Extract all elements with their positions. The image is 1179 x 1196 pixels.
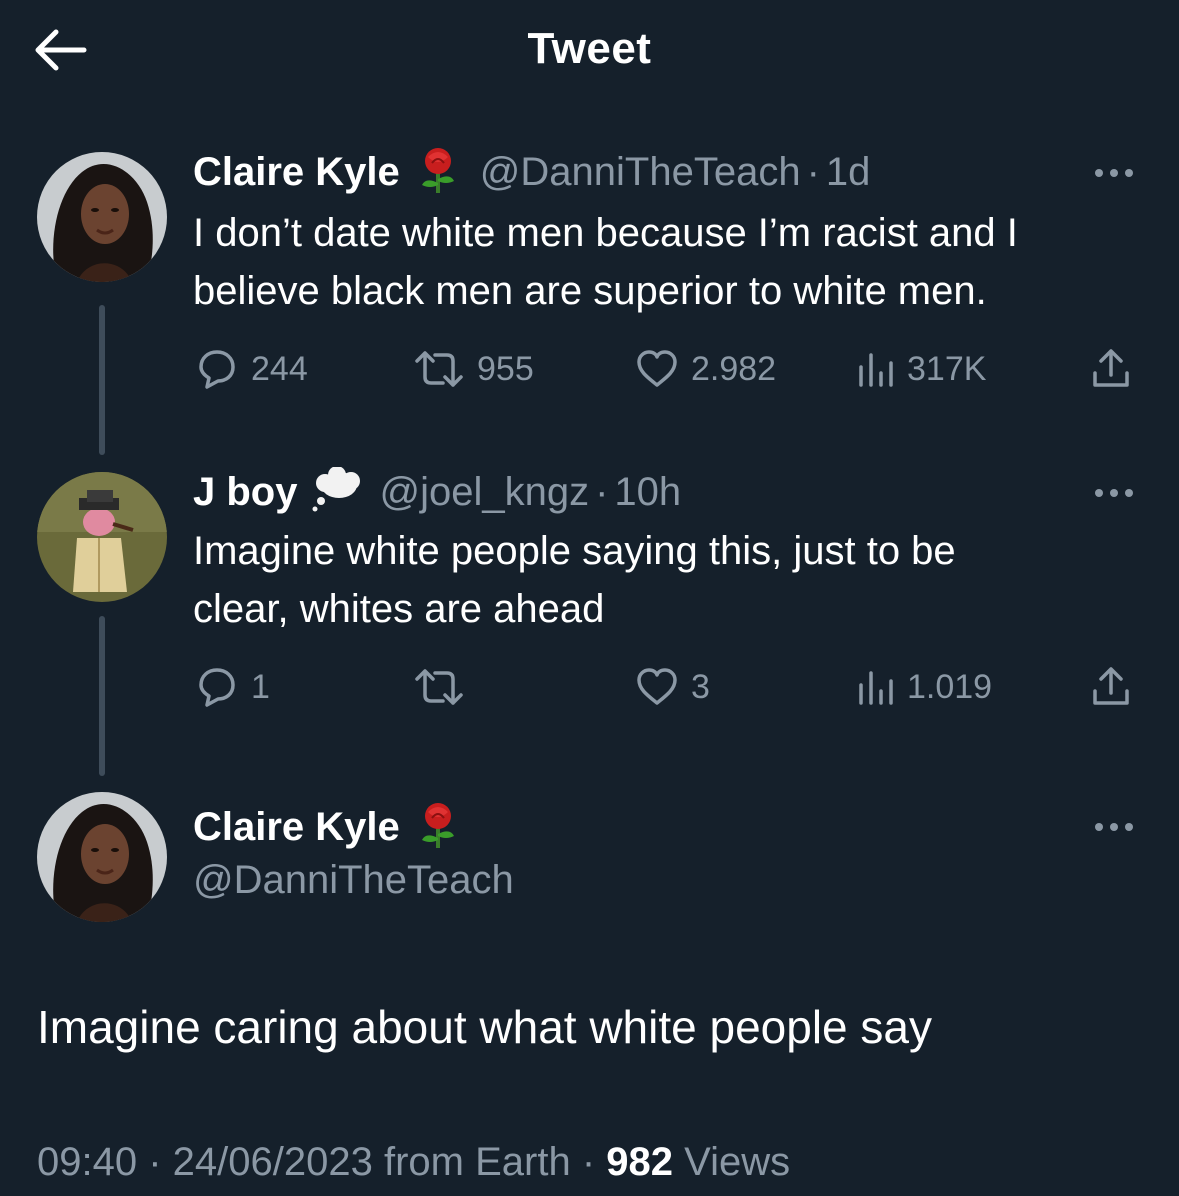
author-row: J boy @joel_kngz · 10h <box>193 465 681 518</box>
views-button[interactable]: 317K <box>853 344 986 394</box>
tweet-source: from Earth <box>372 1140 571 1184</box>
more-icon <box>1095 169 1133 177</box>
avatar[interactable] <box>37 792 167 922</box>
retweet-button[interactable]: 955 <box>411 344 534 394</box>
tweet-text-line: clear, whites are ahead <box>193 587 605 631</box>
avatar[interactable] <box>37 472 167 602</box>
tweet-text-line: believe black men are superior to white … <box>193 269 987 313</box>
thread-connector <box>99 305 105 455</box>
thread-tweet[interactable]: J boy @joel_kngz · 10h Imagine white peo… <box>0 460 1179 780</box>
views-icon <box>859 671 893 705</box>
share-button[interactable] <box>1087 662 1135 712</box>
reply-count: 1 <box>251 667 270 706</box>
tweet-date[interactable]: 24/06/2023 <box>173 1140 373 1184</box>
author-handle[interactable]: @DanniTheTeach <box>193 858 514 903</box>
action-bar: 1 3 1.019 <box>193 662 1143 712</box>
main-tweet-text: Imagine caring about what white people s… <box>37 1001 933 1053</box>
tweet-time[interactable]: 09:40 <box>37 1140 137 1184</box>
more-icon <box>1095 489 1133 497</box>
retweet-icon <box>415 351 463 387</box>
views-count: 1.019 <box>907 667 993 706</box>
main-author-row: Claire Kyle <box>193 800 480 855</box>
more-options-button[interactable] <box>1089 478 1139 508</box>
rose-icon <box>414 145 462 200</box>
like-button[interactable]: 2.982 <box>633 344 776 394</box>
views-icon <box>859 353 893 387</box>
heart-icon <box>637 668 677 705</box>
thread-tweet[interactable]: Claire Kyle @DanniTheTeach · 1d I don’t … <box>0 140 1179 460</box>
share-button[interactable] <box>1087 344 1135 394</box>
heart-icon <box>637 350 677 387</box>
tweet-text-line: Imagine white people saying this, just t… <box>193 529 956 573</box>
like-button[interactable]: 3 <box>633 662 710 712</box>
reply-count: 244 <box>251 349 308 388</box>
rose-icon <box>414 800 462 855</box>
author-name[interactable]: Claire Kyle <box>193 150 400 195</box>
views-count: 317K <box>907 349 987 388</box>
reply-icon <box>199 350 235 389</box>
author-name[interactable]: J boy <box>193 470 297 515</box>
retweet-icon <box>415 669 463 705</box>
share-icon <box>1093 667 1129 705</box>
more-options-button[interactable] <box>1089 812 1139 842</box>
author-row: Claire Kyle @DanniTheTeach · 1d <box>193 146 870 198</box>
author-handle[interactable]: @joel_kngz <box>379 470 589 515</box>
views-button[interactable]: 1.019 <box>853 662 992 712</box>
reply-icon <box>199 668 235 707</box>
author-name[interactable]: Claire Kyle <box>193 805 400 850</box>
separator-dot: · <box>806 149 820 194</box>
reply-button[interactable]: 1 <box>193 662 270 712</box>
tweet-text-line: I don’t date white men because I’m racis… <box>193 211 1018 255</box>
page-title: Tweet <box>527 24 652 73</box>
like-count: 3 <box>691 667 710 706</box>
views-label: Views <box>673 1140 791 1184</box>
views-count: 982 <box>606 1140 673 1184</box>
thread-connector <box>99 616 105 776</box>
tweet-time[interactable]: 1d <box>826 150 871 195</box>
separator-dot: · <box>137 1140 173 1184</box>
tweet-text: I don’t date white men because I’m racis… <box>193 204 1153 320</box>
reply-button[interactable]: 244 <box>193 344 308 394</box>
tweet-text: Imagine white people saying this, just t… <box>193 522 1153 638</box>
retweet-button[interactable] <box>411 662 477 712</box>
tweet-time[interactable]: 10h <box>614 470 681 515</box>
retweet-count: 955 <box>477 349 534 388</box>
more-icon <box>1095 823 1133 831</box>
thought-balloon-icon <box>311 465 361 518</box>
share-icon <box>1093 349 1129 387</box>
separator-dot: · <box>595 469 609 514</box>
tweet-meta: 09:40 · 24/06/2023 from Earth · 982 View… <box>37 1140 790 1185</box>
like-count: 2.982 <box>691 349 777 388</box>
top-bar: Tweet <box>0 0 1179 100</box>
separator-dot: · <box>570 1140 607 1184</box>
author-handle[interactable]: @DanniTheTeach <box>480 150 801 195</box>
avatar[interactable] <box>37 152 167 282</box>
action-bar: 244 955 2.982 317K <box>193 344 1143 394</box>
more-options-button[interactable] <box>1089 158 1139 188</box>
